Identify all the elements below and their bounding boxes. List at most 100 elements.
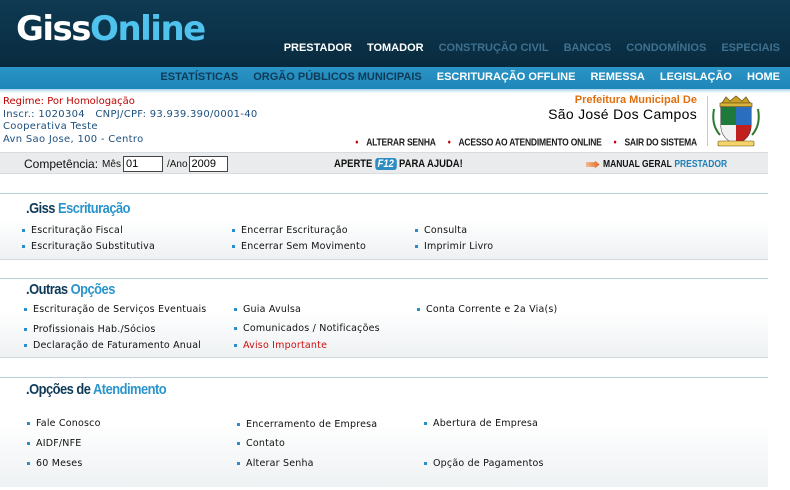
secondary-nav: ESTATÍSTICAS ORGÃO PÚBLICOS MUNICIPAIS E… — [0, 67, 790, 89]
menu-contato[interactable]: Contato — [237, 438, 285, 449]
taxpayer-info: Regime: Por Homologação Inscr.: 1020304 … — [3, 96, 258, 146]
menu-servicos-eventuais[interactable]: Escrituração de Serviços Eventuais — [24, 304, 206, 315]
nav-estatisticas[interactable]: ESTATÍSTICAS — [160, 71, 238, 83]
menu-escrituracao-fiscal[interactable]: Escrituração Fiscal — [22, 225, 123, 236]
menu-guia-avulsa[interactable]: Guia Avulsa — [234, 304, 301, 315]
menu-consulta[interactable]: Consulta — [415, 225, 467, 236]
link-acesso-atendimento[interactable]: • ACESSO AO ATENDIMENTO ONLINE — [442, 136, 602, 148]
item-label: Contato — [246, 438, 285, 449]
menu-60-meses[interactable]: 60 Meses — [27, 458, 83, 469]
item-label: Escrituração Substitutiva — [31, 241, 156, 252]
bullet-icon — [234, 327, 237, 330]
item-label: AIDF/NFE — [36, 438, 82, 449]
nav-condominios[interactable]: CONDOMÍNIOS — [626, 42, 706, 54]
bullet-icon — [417, 308, 420, 311]
nav-especiais[interactable]: ESPECIAIS — [721, 42, 780, 54]
company-name: Cooperativa Teste — [3, 121, 98, 132]
bullet-icon — [22, 229, 25, 232]
nav-escrituracao-offline[interactable]: ESCRITURAÇÃO OFFLINE — [437, 71, 576, 83]
menu-encerrar-escrituracao[interactable]: Encerrar Escrituração — [232, 225, 348, 236]
bullet-icon — [424, 462, 427, 465]
bullet-icon — [232, 245, 235, 248]
bullet-icon — [24, 344, 27, 347]
city-crest-icon — [712, 95, 760, 147]
nav-bancos[interactable]: BANCOS — [564, 42, 612, 54]
link-sair[interactable]: • SAIR DO SISTEMA — [608, 136, 698, 148]
bullet-icon — [232, 229, 235, 232]
menu-aviso-importante[interactable]: Aviso Importante — [234, 340, 327, 351]
help-hint: APERTE F12 PARA AJUDA! — [334, 158, 463, 170]
menu-profissionais-socios[interactable]: Profissionais Hab./Sócios — [24, 324, 156, 335]
gissonline-logo[interactable]: GissOnline — [16, 6, 206, 52]
section-giss-escrituracao: .Giss Escrituração Escrituração Fiscal E… — [0, 193, 768, 260]
section-opcoes-atendimento: .Opções de Atendimento Fale Conosco Ence… — [0, 377, 768, 487]
arrow-right-icon — [586, 160, 600, 169]
section-title-post: Atendimento — [92, 381, 167, 398]
bullet-icon — [27, 422, 30, 425]
logo-online-text: Online — [90, 9, 206, 49]
item-label: Profissionais Hab./Sócios — [33, 324, 156, 335]
menu-escrituracao-substitutiva[interactable]: Escrituração Substitutiva — [22, 241, 155, 252]
menu-comunicados[interactable]: Comunicados / Notificações — [234, 323, 380, 334]
bullet-icon — [234, 308, 237, 311]
bullet-icon — [237, 462, 240, 465]
section-title-pre: .Giss — [26, 200, 55, 217]
crest-divider — [707, 96, 708, 146]
menu-abertura-empresa[interactable]: Abertura de Empresa — [424, 418, 538, 429]
mes-label: Mês — [102, 158, 121, 170]
bullet-icon — [22, 245, 25, 248]
top-nav: PRESTADOR TOMADOR CONSTRUÇÃO CIVIL BANCO… — [269, 42, 780, 54]
ano-input[interactable] — [188, 156, 228, 172]
menu-alterar-senha[interactable]: Alterar Senha — [237, 458, 314, 469]
section-title-pre: .Outras — [26, 281, 68, 298]
nav-tomador[interactable]: TOMADOR — [367, 42, 424, 54]
bullet-icon — [237, 423, 240, 426]
nav-orgao-publicos[interactable]: ORGÃO PÚBLICOS MUNICIPAIS — [253, 71, 421, 83]
item-label: 60 Meses — [36, 458, 83, 469]
link-alterar-senha[interactable]: • ALTERAR SENHA — [349, 136, 435, 148]
ano-label: /Ano — [166, 158, 188, 170]
inscricao-text: Inscr.: 1020304 CNPJ/CPF: 93.939.390/000… — [3, 108, 258, 120]
item-label: Encerrar Sem Movimento — [241, 241, 366, 252]
item-label: Consulta — [424, 225, 468, 236]
competencia-bar: Competência: Mês /Ano APERTE F12 PARA AJ… — [0, 152, 768, 174]
nav-divider — [0, 89, 790, 93]
city-name: São José Dos Campos — [548, 106, 697, 122]
competencia-label: Competência: — [24, 157, 99, 171]
nav-legislacao[interactable]: LEGISLAÇÃO — [660, 71, 732, 83]
help-after: PARA AJUDA! — [399, 158, 463, 170]
menu-aidf-nfe[interactable]: AIDF/NFE — [27, 438, 81, 449]
nav-construcao-civil[interactable]: CONSTRUÇÃO CIVIL — [439, 42, 549, 54]
link-sair-label: SAIR DO SISTEMA — [624, 136, 697, 148]
link-alterar-senha-label: ALTERAR SENHA — [366, 136, 436, 148]
bullet-icon — [27, 442, 30, 445]
menu-fale-conosco[interactable]: Fale Conosco — [27, 418, 101, 429]
prefeitura-block: Prefeitura Municipal De São José Dos Cam… — [548, 94, 697, 122]
bullet-icon — [415, 229, 418, 232]
top-header: GissOnline PRESTADOR TOMADOR CONSTRUÇÃO … — [0, 0, 790, 67]
section-title-post: Escrituração — [58, 200, 131, 217]
section-title: .Opções de Atendimento — [26, 381, 167, 398]
item-label: Fale Conosco — [36, 418, 101, 429]
menu-encerramento-empresa[interactable]: Encerramento de Empresa — [237, 419, 377, 430]
manual-highlight: PRESTADOR — [674, 159, 728, 170]
nav-home[interactable]: HOME — [747, 71, 780, 83]
manual-link[interactable]: MANUAL GERAL PRESTADOR — [586, 159, 727, 170]
nav-prestador[interactable]: PRESTADOR — [284, 42, 352, 54]
link-acesso-atendimento-label: ACESSO AO ATENDIMENTO ONLINE — [458, 136, 602, 148]
menu-conta-corrente[interactable]: Conta Corrente e 2a Via(s) — [417, 304, 557, 315]
mes-input[interactable] — [122, 156, 163, 172]
menu-faturamento-anual[interactable]: Declaração de Faturamento Anual — [24, 340, 201, 351]
prefeitura-label: Prefeitura Municipal De — [574, 94, 697, 106]
nav-remessa[interactable]: REMESSA — [590, 71, 644, 83]
menu-opcao-pagamentos[interactable]: Opção de Pagamentos — [424, 458, 544, 469]
menu-encerrar-sem-movimento[interactable]: Encerrar Sem Movimento — [232, 241, 366, 252]
menu-imprimir-livro[interactable]: Imprimir Livro — [415, 241, 493, 252]
section-outras-opcoes: .Outras Opções Escrituração de Serviços … — [0, 278, 768, 358]
item-label: Abertura de Empresa — [433, 418, 539, 429]
f12-key-badge: F12 — [374, 158, 397, 170]
item-label: Opção de Pagamentos — [433, 458, 544, 469]
item-label: Aviso Importante — [243, 340, 328, 351]
help-before: APERTE — [334, 158, 373, 170]
bullet-icon — [234, 344, 237, 347]
